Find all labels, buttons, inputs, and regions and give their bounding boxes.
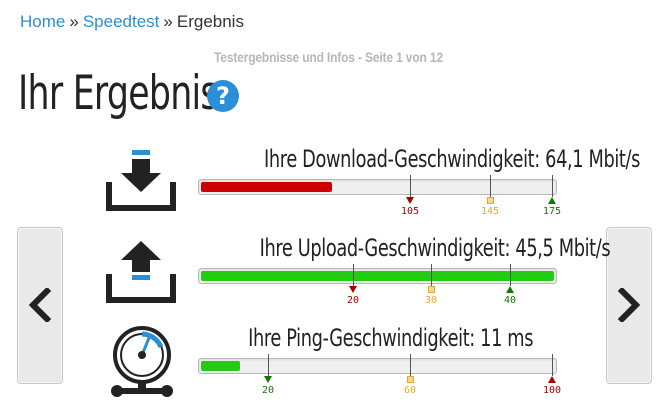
threshold-marker-line bbox=[552, 354, 553, 376]
threshold-marker-label: 175 bbox=[542, 206, 562, 217]
threshold-arrow-up-icon bbox=[548, 197, 556, 204]
threshold-marker-label: 40 bbox=[503, 295, 517, 306]
breadcrumb-home-link[interactable]: Home bbox=[20, 12, 65, 31]
threshold-marker-line bbox=[490, 175, 491, 197]
threshold-arrow-up-icon bbox=[548, 376, 556, 383]
threshold-arrow-down-icon bbox=[349, 286, 357, 293]
threshold-marker-line bbox=[353, 264, 354, 286]
breadcrumb-separator: » bbox=[163, 12, 173, 31]
ping-speed-bar bbox=[198, 358, 557, 374]
ping-speed-bar-fill bbox=[201, 361, 240, 371]
download-icon bbox=[105, 146, 177, 217]
breadcrumb: Home» Speedtest» Ergebnis bbox=[20, 12, 244, 32]
threshold-marker-line bbox=[410, 175, 411, 197]
threshold-marker-label: 105 bbox=[400, 206, 420, 217]
threshold-marker-label: 145 bbox=[480, 206, 500, 217]
threshold-arrow-down-icon bbox=[406, 197, 414, 204]
threshold-marker-label: 60 bbox=[403, 385, 417, 396]
upload-speed-label: Ihre Upload-Geschwindigkeit: 45,5 Mbit/s bbox=[259, 234, 611, 262]
speedometer-icon bbox=[105, 325, 179, 406]
threshold-marker-label: 20 bbox=[346, 295, 360, 306]
threshold-marker-line bbox=[431, 264, 432, 286]
breadcrumb-separator: » bbox=[69, 12, 79, 31]
breadcrumb-speedtest-link[interactable]: Speedtest bbox=[83, 12, 160, 31]
download-speed-label: Ihre Download-Geschwindigkeit: 64,1 Mbit… bbox=[264, 145, 641, 173]
page-title: Ihr Ergebnis bbox=[18, 66, 219, 121]
threshold-marker-line bbox=[552, 175, 553, 197]
threshold-arrow-down-icon bbox=[264, 376, 272, 383]
threshold-marker-label: 100 bbox=[542, 385, 562, 396]
download-speed-bar bbox=[198, 179, 557, 195]
threshold-marker-label: 20 bbox=[261, 385, 275, 396]
threshold-marker-box-icon bbox=[487, 197, 494, 204]
threshold-arrow-up-icon bbox=[506, 286, 514, 293]
download-result: Ihre Download-Geschwindigkeit: 64,1 Mbit… bbox=[0, 140, 672, 230]
help-icon[interactable]: ? bbox=[207, 80, 239, 112]
upload-icon bbox=[105, 234, 177, 309]
threshold-marker-line bbox=[268, 354, 269, 376]
ping-speed-label: Ihre Ping-Geschwindigkeit: 11 ms bbox=[248, 324, 534, 352]
upload-speed-bar-fill bbox=[201, 271, 554, 281]
upload-result: Ihre Upload-Geschwindigkeit: 45,5 Mbit/s… bbox=[0, 230, 672, 320]
threshold-marker-box-icon bbox=[428, 286, 435, 293]
threshold-marker-line bbox=[410, 354, 411, 376]
upload-speed-bar bbox=[198, 268, 557, 284]
threshold-marker-line bbox=[510, 264, 511, 286]
threshold-marker-box-icon bbox=[407, 376, 414, 383]
breadcrumb-current: Ergebnis bbox=[176, 12, 244, 31]
threshold-marker-label: 30 bbox=[424, 295, 438, 306]
download-speed-bar-fill bbox=[201, 182, 332, 192]
page-subtitle: Testergebnisse und Infos - Seite 1 von 1… bbox=[214, 49, 443, 65]
ping-result: Ihre Ping-Geschwindigkeit: 11 ms 20 60 100 bbox=[0, 320, 672, 410]
